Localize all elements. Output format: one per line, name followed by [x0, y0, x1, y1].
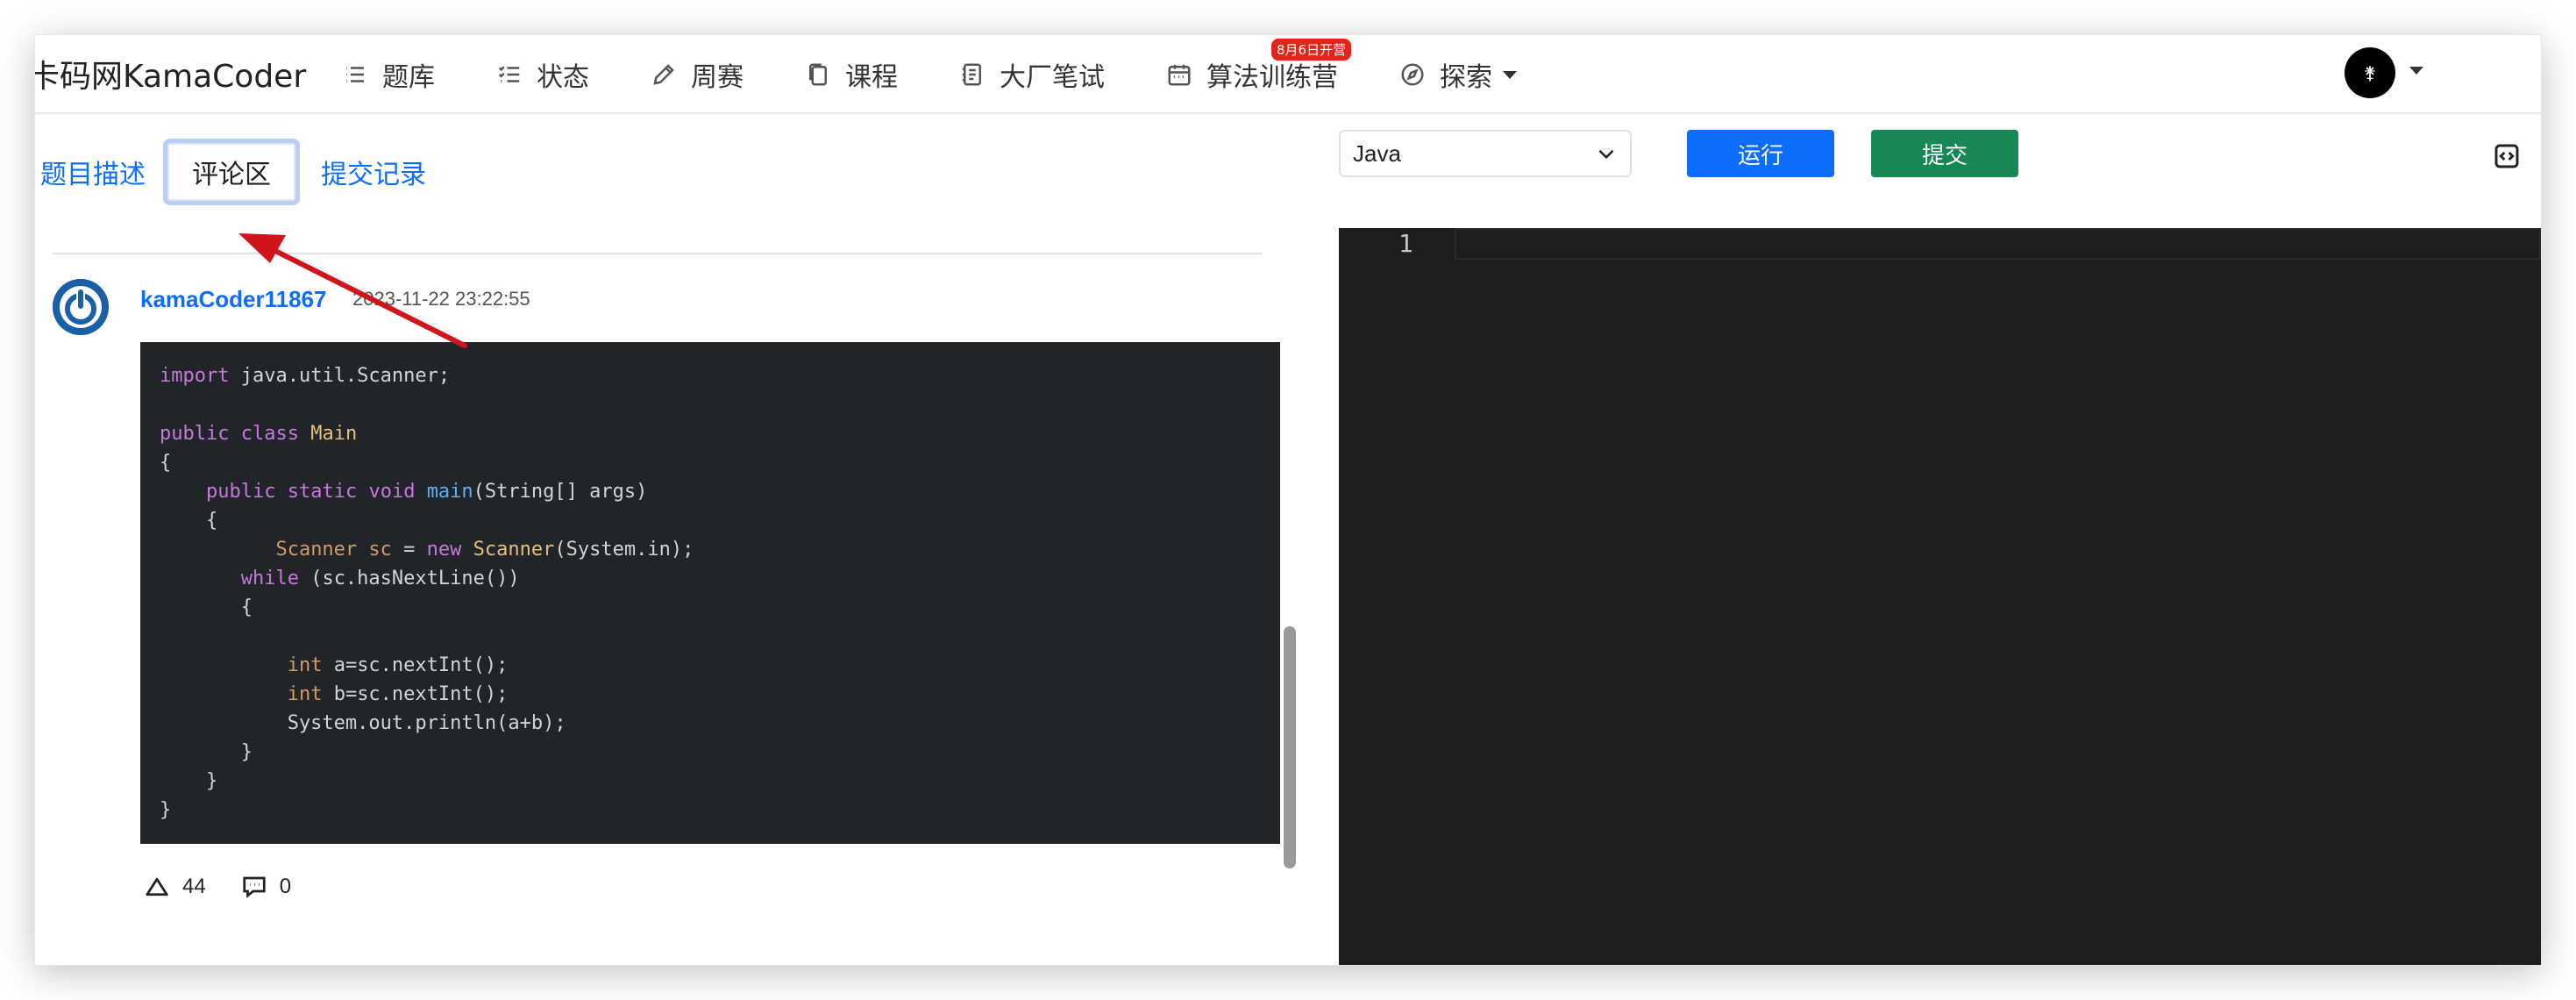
chevron-down-icon: [1598, 149, 1614, 160]
comment-username[interactable]: kamaCoder11867: [140, 286, 326, 313]
nav-item-status[interactable]: 状态: [496, 35, 589, 114]
chevron-down-icon[interactable]: [2409, 67, 2423, 75]
comment-actions: 44 0: [144, 874, 326, 900]
divider: [53, 253, 1263, 254]
tab-comments[interactable]: 评论区: [163, 139, 300, 205]
language-value: Java: [1353, 139, 1401, 167]
copy-icon: [809, 63, 827, 86]
current-line-highlight[interactable]: [1455, 228, 2541, 260]
nav-item-weekly-contest[interactable]: 周赛: [651, 35, 744, 114]
compass-icon: [1401, 63, 1424, 86]
code-editor[interactable]: 1: [1339, 228, 2541, 965]
chevron-down-icon: [1503, 70, 1517, 79]
triangle-up-icon: [146, 877, 168, 896]
nav-item-company-exams[interactable]: 大厂笔试: [959, 35, 1105, 114]
journal-icon: [962, 63, 981, 86]
submit-button[interactable]: 提交: [1871, 130, 2018, 177]
nav-item-explore[interactable]: 探索: [1399, 35, 1517, 114]
nav-item-label: 探索: [1440, 62, 1492, 93]
browser-window: 卡码网KamaCoder 题库 状态 周赛 课程 大厂笔试 算法训练营 8月6日…: [35, 35, 2541, 965]
editor-line: 1: [1339, 228, 2541, 260]
new-badge: 8月6日开营: [1271, 39, 1352, 61]
reply-button[interactable]: 0: [241, 874, 291, 900]
nav-item-label: 课程: [845, 62, 898, 93]
line-number: 1: [1398, 229, 1413, 258]
checklist-icon: [498, 66, 520, 82]
tab-bar: 题目描述 评论区 提交记录: [35, 114, 1298, 205]
calendar-icon: [1168, 64, 1191, 86]
scrollbar-thumb[interactable]: [1284, 626, 1296, 868]
chat-icon: [243, 876, 266, 898]
nav-item-problems[interactable]: 题库: [342, 35, 435, 114]
comment-timestamp: 2023-11-22 23:22:55: [352, 288, 530, 310]
reply-count: 0: [279, 875, 292, 898]
nav-item-bootcamp[interactable]: 算法训练营 8月6日开营: [1166, 35, 1352, 114]
user-avatar[interactable]: ⚵: [2345, 47, 2395, 98]
commenter-avatar[interactable]: [53, 279, 109, 335]
language-select[interactable]: Java: [1339, 130, 1632, 177]
nav-item-label: 周赛: [691, 62, 744, 93]
nav-item-label: 题库: [382, 62, 435, 93]
code-square-icon: [2494, 144, 2519, 168]
nav-item-label: 状态: [537, 62, 589, 93]
top-navbar: 卡码网KamaCoder 题库 状态 周赛 课程 大厂笔试 算法训练营 8月6日…: [35, 35, 2541, 114]
nav-item-courses[interactable]: 课程: [805, 35, 898, 114]
editor-panel: Java 运行 提交 1: [1339, 114, 2541, 965]
nav-item-label: 大厂笔试: [1000, 62, 1105, 93]
comment-code-block: import java.util.Scanner; public class M…: [140, 342, 1280, 844]
list-icon: [346, 67, 364, 82]
nav-item-label: 算法训练营: [1206, 62, 1338, 93]
like-count: 44: [182, 875, 206, 898]
run-button[interactable]: 运行: [1687, 130, 1834, 177]
pencil-icon: [653, 64, 674, 85]
brand-logo[interactable]: 卡码网KamaCoder: [35, 51, 306, 96]
tab-submissions[interactable]: 提交记录: [321, 139, 426, 205]
tab-description[interactable]: 题目描述: [40, 139, 146, 205]
nav-menu: 题库 状态 周赛 课程 大厂笔试 算法训练营 8月6日开营 探索: [342, 35, 1517, 114]
problem-panel: 题目描述 评论区 提交记录 kamaCoder11867 2023-11-22 …: [35, 114, 1317, 965]
like-button[interactable]: 44: [144, 874, 206, 900]
power-icon: [53, 279, 109, 335]
code-view-toggle[interactable]: [2493, 142, 2521, 170]
